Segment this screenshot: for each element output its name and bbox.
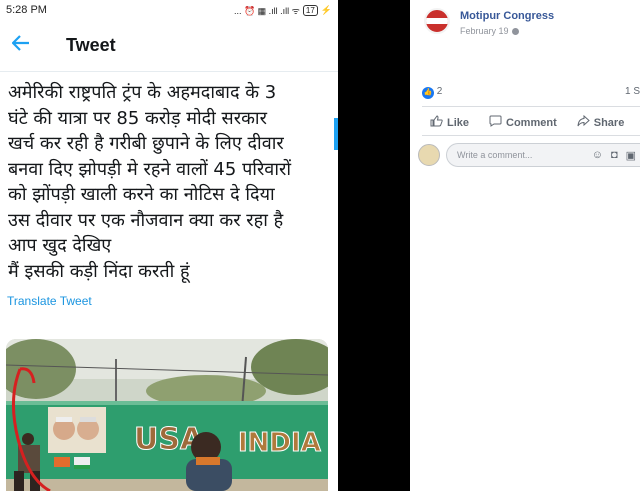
share-count[interactable]: 1 S xyxy=(625,86,640,99)
page-title: Tweet xyxy=(66,35,116,55)
back-arrow-icon[interactable] xyxy=(11,34,52,57)
charging-icon: ⚡ xyxy=(320,4,332,15)
page-avatar[interactable] xyxy=(424,8,450,34)
phone-status-bar: 5:28 PM ... ⏰ ▦ .ıll .ıll ᯤ 17 ⚡ xyxy=(0,0,338,20)
svg-text:INDIA: INDIA xyxy=(238,428,321,458)
tweet-line: आप खुद देखिए xyxy=(8,235,112,256)
divider xyxy=(422,106,640,107)
status-time: 5:28 PM xyxy=(6,4,47,16)
tweet-line: बनवा दिए झोपड़ी मे रहने वालों 45 परिवारो… xyxy=(8,158,292,180)
like-label: Like xyxy=(447,116,470,129)
signal-icons: ... ⏰ ▦ .ıll .ıll ᯤ xyxy=(233,5,300,16)
post-actions: Like Comment Share ☺ xyxy=(430,114,640,130)
tweet-line: अमेरिकी राष्ट्रपति ट्रंप के अहमदाबाद के … xyxy=(8,82,277,103)
tweet-line: मैं इसकी कड़ी निंदा करती हूं xyxy=(8,260,190,282)
comment-button[interactable]: Comment xyxy=(489,115,557,130)
status-icons: ... ⏰ ▦ .ıll .ıll ᯤ 17 ⚡ xyxy=(234,4,332,17)
comment-placeholder: Write a comment... xyxy=(457,150,533,160)
commenter-avatar xyxy=(418,144,440,166)
translate-tweet-link[interactable]: Translate Tweet xyxy=(7,294,338,308)
comment-bubble-icon xyxy=(489,115,502,130)
scrollbar-thumb[interactable] xyxy=(334,118,338,150)
emoji-icon[interactable]: ☺ xyxy=(592,149,603,161)
like-badge-icon: 👍 xyxy=(422,87,434,99)
tweet-line: खर्च कर रही है गरीबी छुपाने के लिए दीवार xyxy=(8,133,284,154)
camera-icon[interactable]: ◘ xyxy=(611,149,618,161)
reactions-row: 👍 2 1 S xyxy=(422,86,640,99)
like-count-text: 2 xyxy=(436,86,443,97)
gif-icon[interactable]: ▣ xyxy=(626,149,636,162)
tweet-line: उस दीवार पर एक नौजवान क्या कर रहा है xyxy=(8,209,284,231)
comment-label: Comment xyxy=(506,116,557,129)
tweet-photo[interactable]: USA INDIA xyxy=(6,339,328,491)
battery-icon: 17 xyxy=(302,4,318,16)
thumbs-up-icon xyxy=(430,115,443,130)
post-date-text: February 19 xyxy=(460,26,509,36)
share-arrow-icon xyxy=(577,114,590,130)
post-header: Motipur Congress February 19 xyxy=(410,0,640,36)
twitter-screenshot-panel: 5:28 PM ... ⏰ ▦ .ıll .ıll ᯤ 17 ⚡ Tweet अ… xyxy=(0,0,338,491)
tweet-text: अमेरिकी राष्ट्रपति ट्रंप के अहमदाबाद के … xyxy=(0,72,338,284)
facebook-screenshot-panel: Motipur Congress February 19 👍 2 1 S Lik… xyxy=(410,0,640,491)
share-button[interactable]: Share xyxy=(577,114,625,130)
page-name[interactable]: Motipur Congress xyxy=(460,10,554,22)
share-label: Share xyxy=(593,116,625,129)
tweet-line: घंटे की यात्रा पर 85 करोड़ मोदी सरकार xyxy=(8,107,267,129)
comment-composer: Write a comment... ☺ ◘ ▣ xyxy=(418,143,640,167)
like-button[interactable]: Like xyxy=(430,115,469,130)
divider xyxy=(422,135,640,136)
tweet-line: को झोंपड़ी खाली करने का नोटिस दे दिया xyxy=(8,184,275,205)
post-date: February 19 xyxy=(460,26,554,36)
globe-icon xyxy=(511,28,519,36)
comment-input[interactable]: Write a comment... ☺ ◘ ▣ xyxy=(446,143,640,167)
tweet-app-bar: Tweet xyxy=(0,20,338,72)
like-count[interactable]: 👍 2 xyxy=(422,86,442,99)
